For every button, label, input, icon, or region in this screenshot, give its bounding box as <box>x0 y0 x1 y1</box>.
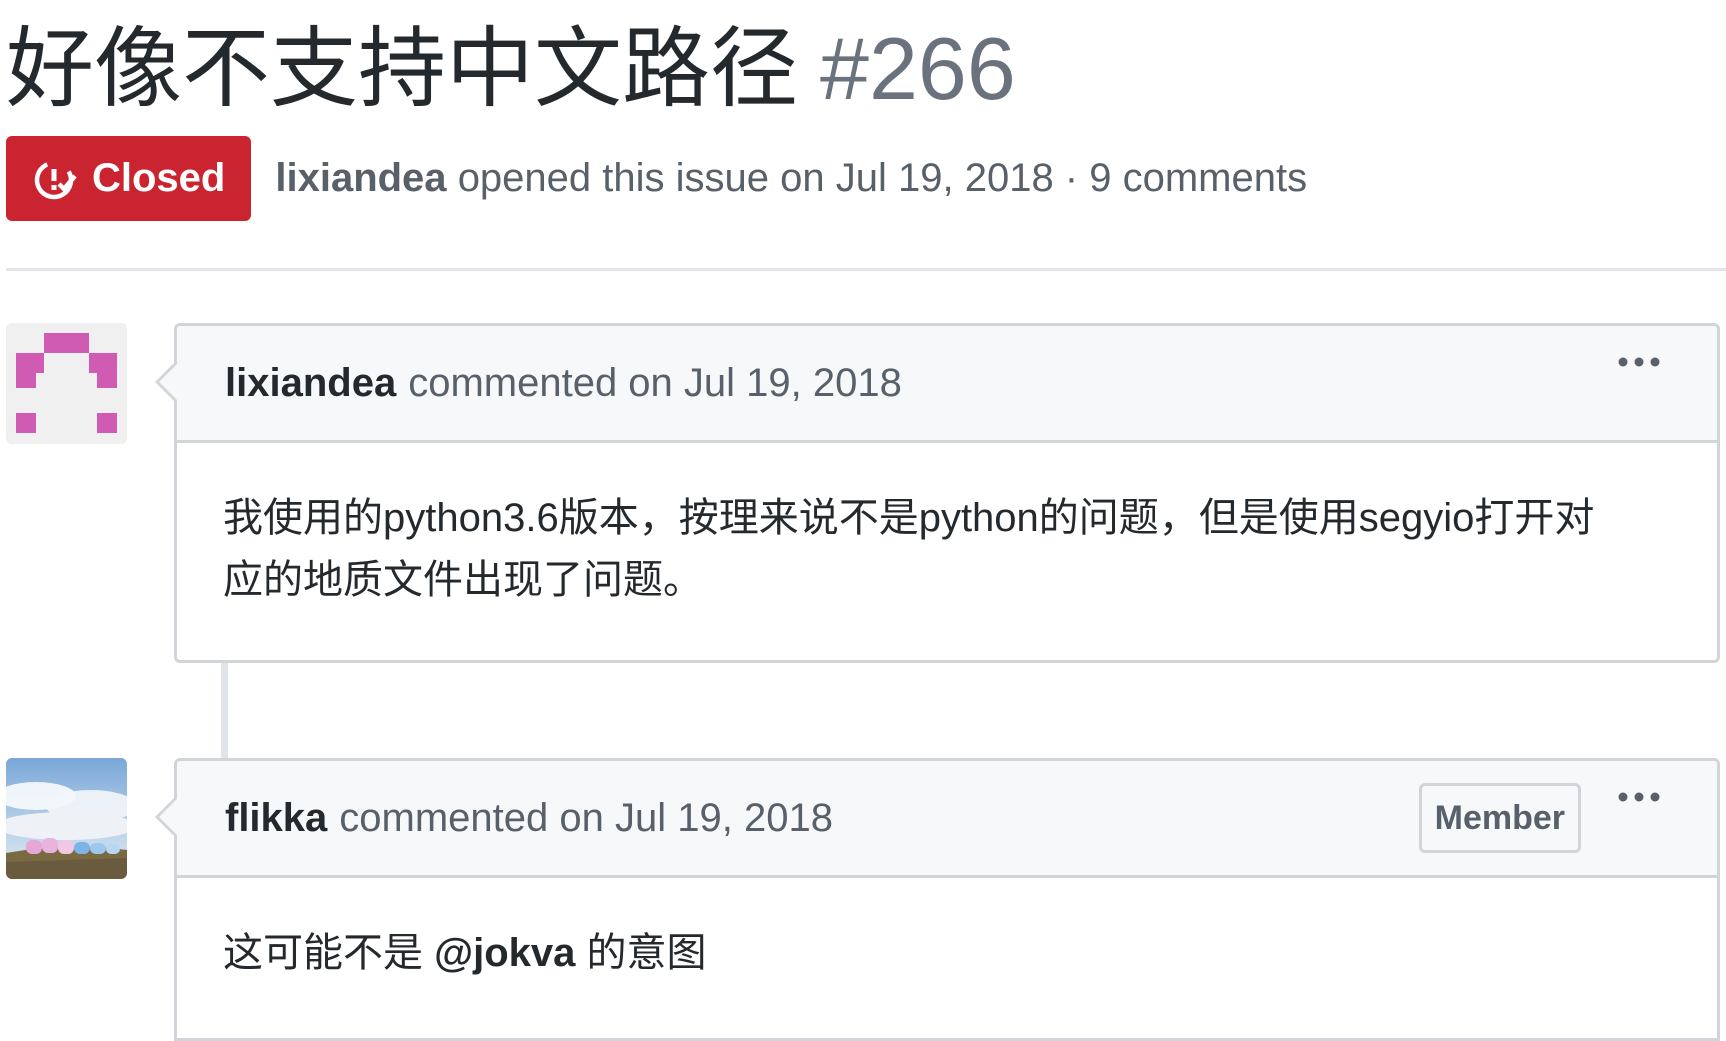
comment-timestamp[interactable]: commented on Jul 19, 2018 <box>408 361 902 406</box>
kebab-horizontal-icon[interactable] <box>1617 791 1661 803</box>
comment-arrow-inner <box>159 798 178 836</box>
issue-meta: Closed lixiandea opened this issue on Ju… <box>6 136 1307 221</box>
comment-body: 我使用的python3.6版本，按理来说不是python的问题，但是使用segy… <box>177 443 1717 611</box>
identicon-avatar <box>6 323 127 444</box>
issue-title-text: 好像不支持中文路径 <box>6 19 799 118</box>
issue-title: 好像不支持中文路径 #266 <box>6 14 1016 124</box>
comment-timestamp[interactable]: commented on Jul 19, 2018 <box>339 796 833 841</box>
issue-closed-icon <box>34 160 77 199</box>
user-mention-link[interactable]: @jokva <box>434 931 586 975</box>
avatar[interactable] <box>6 758 127 879</box>
photo-avatar <box>6 758 127 879</box>
kebab-horizontal-icon[interactable] <box>1617 356 1661 368</box>
issue-opened-text: opened this issue on Jul 19, 2018 · 9 co… <box>457 156 1308 200</box>
comment-header: lixiandea commented on Jul 19, 2018 <box>155 326 1717 443</box>
comment-header: flikka commented on Jul 19, 2018 Member <box>155 761 1717 878</box>
comment-body-line: 应的地质文件出现了问题。 <box>223 558 703 602</box>
member-badge: Member <box>1418 783 1581 853</box>
comment: flikka commented on Jul 19, 2018 Member … <box>155 758 1720 1041</box>
comment-body-line: 我使用的python3.6版本，按理来说不是python的问题，但是使用segy… <box>223 496 1595 540</box>
comment-arrow-inner <box>159 363 178 401</box>
header-divider <box>6 268 1726 271</box>
issue-number: #266 <box>820 19 1016 118</box>
comment: lixiandea commented on Jul 19, 2018 我使用的… <box>155 323 1720 663</box>
comment-body-text: 的意图 <box>586 931 707 975</box>
avatar[interactable] <box>6 323 127 444</box>
issue-page: 好像不支持中文路径 #266 Closed lixiandea opened th… <box>0 0 1726 1041</box>
comment-author-link[interactable]: lixiandea <box>225 361 396 406</box>
state-badge: Closed <box>6 136 252 221</box>
state-label: Closed <box>92 156 226 200</box>
issue-meta-text: lixiandea opened this issue on Jul 19, 2… <box>275 156 1307 201</box>
issue-author-link[interactable]: lixiandea <box>275 156 446 200</box>
comment-body: 这可能不是 @jokva 的意图 <box>177 878 1717 984</box>
comment-body-text: 这可能不是 <box>223 931 423 975</box>
comment-author-link[interactable]: flikka <box>225 796 327 841</box>
